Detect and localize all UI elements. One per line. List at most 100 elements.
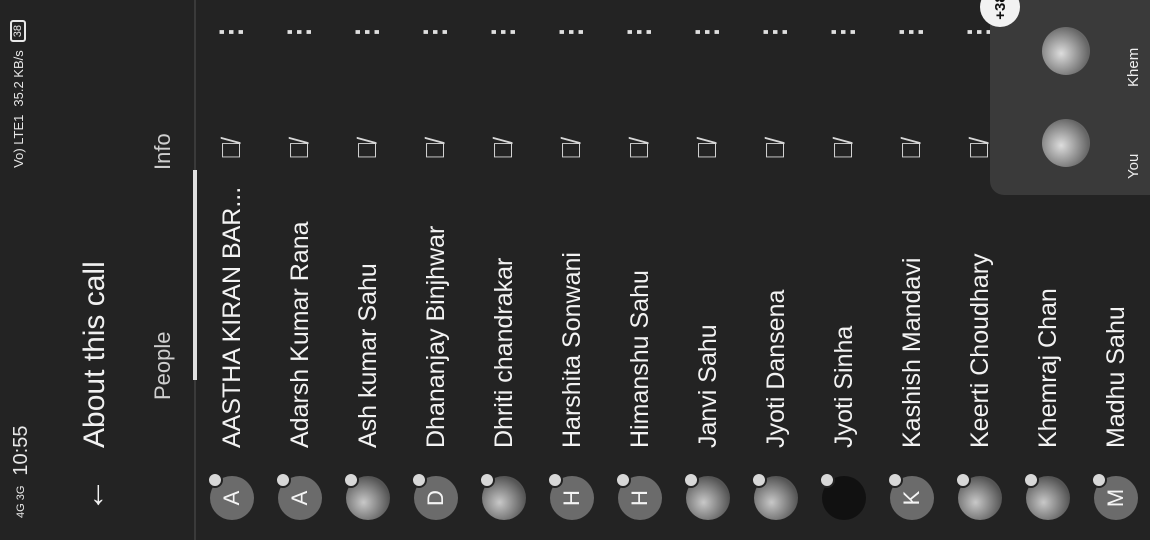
participant-avatar <box>1042 27 1090 75</box>
page-title: About this call <box>78 261 111 448</box>
participant-name: Dhananjay Binjhwar <box>422 225 450 448</box>
avatar: A <box>207 472 254 520</box>
status-dot <box>479 472 495 488</box>
participant-row[interactable]: D Dhananjay Binjhwar 🎙̸ ⋮ <box>402 0 472 540</box>
mic-off-icon: 🎙̸ <box>828 140 858 161</box>
status-dot <box>887 472 903 488</box>
tab-bar: People Info <box>138 0 197 540</box>
participant-row[interactable]: A Adarsh Kumar Rana 🎙̸ ⋮ <box>266 0 336 540</box>
status-dot <box>819 472 835 488</box>
more-options-icon[interactable]: ⋮ <box>826 20 859 46</box>
self-label: You <box>1125 153 1142 179</box>
avatar <box>1023 472 1070 520</box>
avatar <box>955 472 1002 520</box>
participant-row[interactable]: Jyoti Sinha 🎙̸ ⋮ <box>810 0 880 540</box>
participant-name: Himanshu Sahu <box>626 270 654 448</box>
avatar <box>479 472 526 520</box>
avatar: M <box>1091 472 1138 520</box>
participant-name: Dhriti chandrakar <box>490 257 518 448</box>
participant-row[interactable]: H Harshita Sonwani 🎙̸ ⋮ <box>538 0 608 540</box>
status-dot <box>275 472 291 488</box>
tab-people[interactable]: People <box>150 331 176 400</box>
signal-indicator: 4G 3G <box>15 485 27 518</box>
more-options-icon[interactable]: ⋮ <box>214 20 247 46</box>
participant-name: Kashish Mandavi <box>898 257 926 448</box>
avatar: H <box>547 472 594 520</box>
phone-screen: 4G 3G 10:55 Vo) LTE1 35.2 KB/s 38 ← Abou… <box>0 0 1150 540</box>
participant-row[interactable]: K Kashish Mandavi 🎙̸ ⋮ <box>878 0 948 540</box>
status-dot <box>343 472 359 488</box>
avatar: A <box>275 472 322 520</box>
avatar-initial: M <box>1103 488 1128 508</box>
avatar-initial: H <box>627 490 652 506</box>
avatar: H <box>615 472 662 520</box>
avatar-initial: D <box>423 490 448 506</box>
mic-off-icon: 🎙̸ <box>420 140 450 161</box>
mic-off-icon: 🎙̸ <box>760 140 790 161</box>
tab-info[interactable]: Info <box>150 133 176 170</box>
status-bar: 4G 3G 10:55 Vo) LTE1 35.2 KB/s 38 <box>0 0 44 540</box>
avatar: D <box>411 472 458 520</box>
network-speed: 35.2 KB/s <box>10 50 26 107</box>
participant-row[interactable]: A AASTHA KIRAN BAR... 🎙̸ ⋮ <box>198 0 268 540</box>
participant-row[interactable]: Jyoti Dansena 🎙̸ ⋮ <box>742 0 812 540</box>
avatar-initial: A <box>219 490 244 506</box>
avatar: K <box>887 472 934 520</box>
self-video-tile[interactable]: You <box>1002 97 1150 187</box>
rotated-screen: 4G 3G 10:55 Vo) LTE1 35.2 KB/s 38 ← Abou… <box>0 0 1150 540</box>
participant-name: Janvi Sahu <box>694 324 722 448</box>
mic-off-icon: 🎙̸ <box>624 140 654 161</box>
status-dot <box>1091 472 1107 488</box>
avatar-initial: H <box>559 490 584 506</box>
more-options-icon[interactable]: ⋮ <box>894 20 927 46</box>
participant-row[interactable]: H Himanshu Sahu 🎙̸ ⋮ <box>606 0 676 540</box>
more-options-icon[interactable]: ⋮ <box>758 20 791 46</box>
more-options-icon[interactable]: ⋮ <box>486 20 519 46</box>
status-dot <box>955 472 971 488</box>
mic-off-icon: 🎙̸ <box>352 140 382 161</box>
participant-name: Ash kumar Sahu <box>354 263 382 448</box>
avatar-initial: K <box>899 490 924 506</box>
status-right: Vo) LTE1 35.2 KB/s 38 <box>10 20 26 168</box>
participant-video-tile[interactable]: Khem <box>1002 5 1150 95</box>
mic-off-icon: 🎙̸ <box>896 140 926 161</box>
active-tab-indicator <box>193 170 197 380</box>
participant-name: Adarsh Kumar Rana <box>286 221 314 448</box>
participant-name: Keerti Choudhary <box>966 253 994 448</box>
more-options-icon[interactable]: ⋮ <box>690 20 723 46</box>
status-dot <box>411 472 427 488</box>
more-options-icon[interactable]: ⋮ <box>554 20 587 46</box>
participant-row[interactable]: Dhriti chandrakar 🎙̸ ⋮ <box>470 0 540 540</box>
more-options-icon[interactable]: ⋮ <box>418 20 451 46</box>
mic-off-icon: 🎙̸ <box>284 140 314 161</box>
participant-label: Khem <box>1125 47 1142 87</box>
more-options-icon[interactable]: ⋮ <box>350 20 383 46</box>
avatar <box>751 472 798 520</box>
mic-off-icon: 🎙̸ <box>488 140 518 161</box>
participant-name: Jyoti Sinha <box>830 325 858 448</box>
participant-name: Jyoti Dansena <box>762 289 790 448</box>
avatar <box>819 472 866 520</box>
status-dot <box>615 472 631 488</box>
avatar <box>343 472 390 520</box>
more-options-icon[interactable]: ⋮ <box>282 20 315 46</box>
status-dot <box>1023 472 1039 488</box>
clock: 10:55 <box>10 425 32 476</box>
mic-off-icon: 🎙̸ <box>692 140 722 161</box>
mic-off-icon: 🎙̸ <box>556 140 586 161</box>
mic-off-icon: 🎙̸ <box>216 140 246 161</box>
battery-icon: 38 <box>10 20 26 43</box>
arrow-left-icon[interactable]: ← <box>74 478 113 512</box>
more-options-icon[interactable]: ⋮ <box>622 20 655 46</box>
participant-row[interactable]: Ash kumar Sahu 🎙̸ ⋮ <box>334 0 404 540</box>
status-dot <box>683 472 699 488</box>
participant-name: AASTHA KIRAN BAR... <box>218 186 246 448</box>
participant-row[interactable]: Janvi Sahu 🎙̸ ⋮ <box>674 0 744 540</box>
status-dot <box>751 472 767 488</box>
self-avatar <box>1042 119 1090 167</box>
network-indicator: Vo) LTE1 <box>10 114 26 168</box>
participant-name: Madhu Sahu <box>1102 306 1130 448</box>
status-dot <box>547 472 563 488</box>
participant-name: Harshita Sonwani <box>558 252 586 448</box>
call-video-overlay[interactable]: You Khem +38 <box>980 0 1150 195</box>
